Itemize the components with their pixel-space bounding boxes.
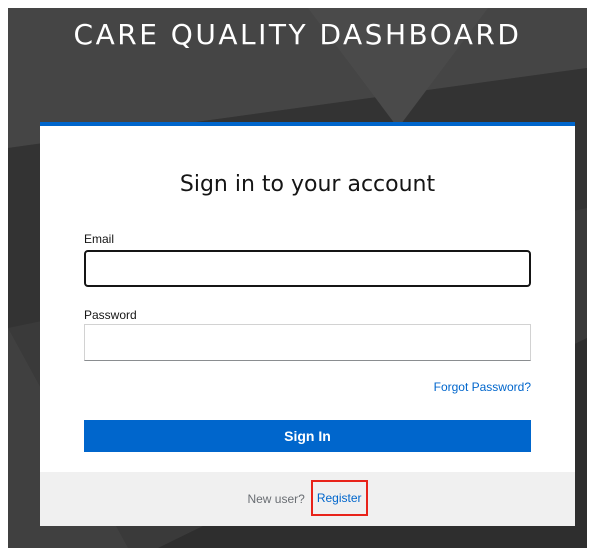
sign-in-button[interactable]: Sign In (84, 420, 531, 452)
forgot-password-link[interactable]: Forgot Password? (434, 380, 531, 394)
password-label: Password (84, 308, 137, 322)
new-user-text: New user? (247, 492, 305, 506)
card-footer: New user? Register (40, 472, 575, 526)
login-heading: Sign in to your account (179, 172, 436, 197)
email-label: Email (84, 232, 115, 246)
login-card: Sign in to your account Email Password F… (40, 122, 575, 526)
register-link[interactable]: Register (310, 479, 368, 516)
email-field[interactable] (84, 250, 531, 287)
new-user-row: New user? Register (40, 472, 575, 526)
password-field[interactable] (84, 324, 531, 361)
app-title: CARE QUALITY DASHBOARD (73, 18, 522, 51)
